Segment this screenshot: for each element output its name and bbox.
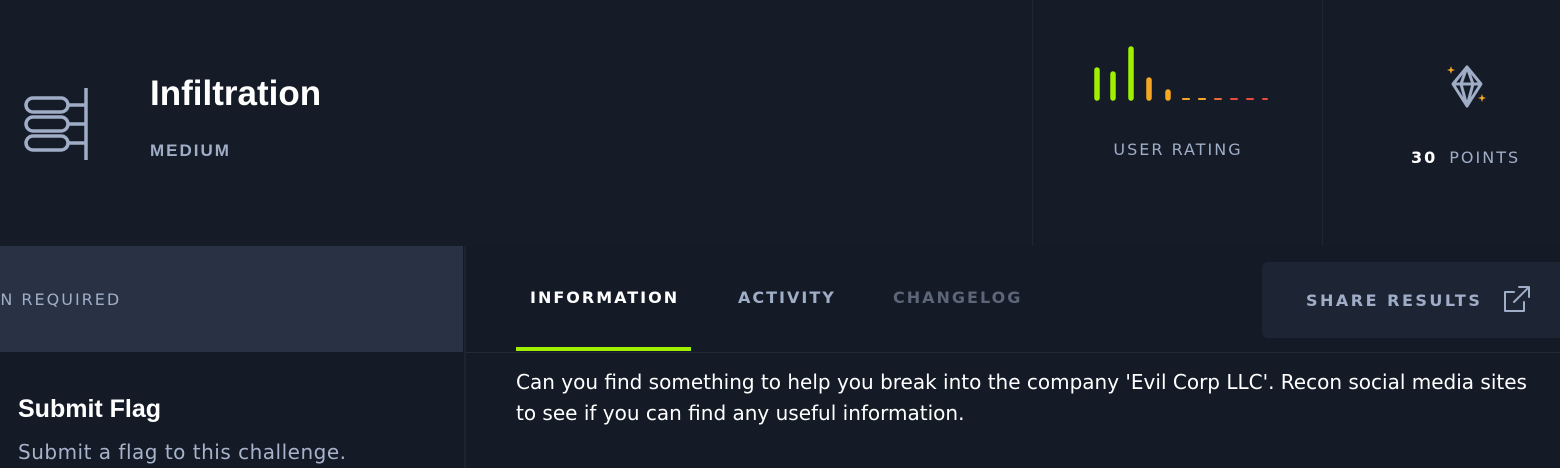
challenge-title: Infiltration: [150, 74, 322, 113]
points-value: 30: [1411, 148, 1438, 167]
points-unit: POINTS: [1449, 148, 1521, 167]
difficulty-label: MEDIUM: [150, 141, 231, 160]
share-icon: [1504, 286, 1530, 312]
tab-information[interactable]: INFORMATION: [530, 288, 679, 307]
challenge-header: Infiltration MEDIUM USER RATING 30 POINT…: [0, 0, 1560, 246]
active-tab-indicator: [516, 347, 691, 351]
connection-required-label: ECTION REQUIRED: [0, 290, 122, 309]
challenge-description: Can you find something to help you break…: [516, 370, 1527, 425]
share-results-label: SHARE RESULTS: [1306, 291, 1483, 310]
challenge-page: Infiltration MEDIUM USER RATING 30 POINT…: [0, 0, 1560, 468]
submit-flag-title: Submit Flag: [18, 395, 162, 423]
tab-bar: INFORMATION ACTIVITY CHANGELOG SHARE RES…: [466, 246, 1560, 353]
tab-changelog[interactable]: CHANGELOG: [893, 288, 1022, 307]
points-display: 30 POINTS: [1411, 148, 1520, 167]
points-panel: 30 POINTS: [1322, 0, 1560, 246]
connection-required-bar[interactable]: ECTION REQUIRED: [0, 246, 463, 352]
user-rating-panel: USER RATING: [1032, 0, 1323, 246]
rating-chart: [1094, 46, 1268, 101]
share-results-button[interactable]: SHARE RESULTS: [1262, 262, 1560, 338]
gem-icon: [1447, 65, 1486, 108]
submit-flag-description: Submit a flag to this challenge.: [18, 440, 347, 464]
user-rating-label: USER RATING: [1113, 140, 1243, 159]
stacked-layers-icon: [24, 88, 88, 160]
tab-activity[interactable]: ACTIVITY: [738, 288, 836, 307]
